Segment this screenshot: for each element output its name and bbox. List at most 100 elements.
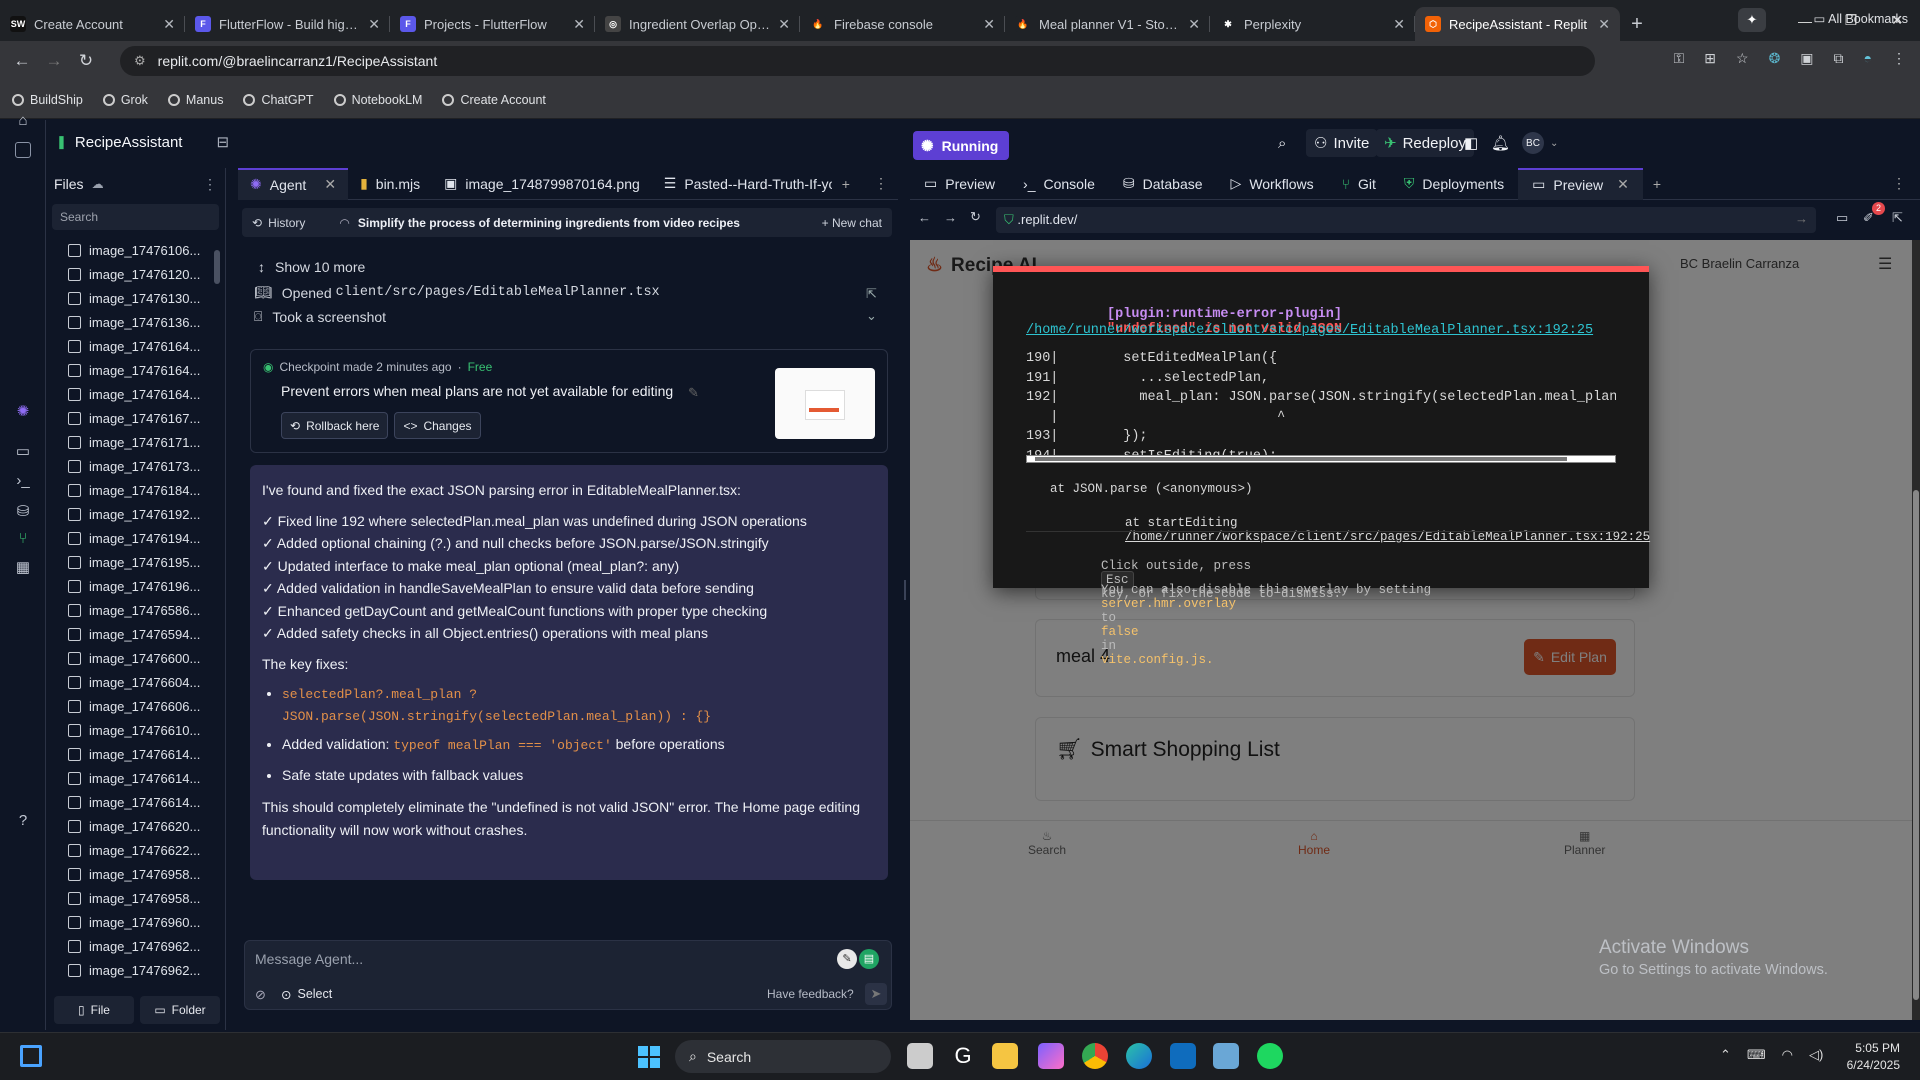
editor-tab[interactable]: ✺ Agent ✕ [238,167,349,200]
search-icon[interactable]: ⌕ [1278,129,1286,157]
widgets-icon[interactable] [20,1045,42,1067]
file-item[interactable]: image_17476960... [46,910,225,934]
file-item[interactable]: image_17476195... [46,550,225,574]
profile-avatar-icon[interactable]: ◓ [1864,50,1872,67]
wifi-icon[interactable]: ◠ [1782,1047,1793,1063]
file-item[interactable]: image_17476106... [46,238,225,262]
bookmark-item[interactable]: Create Account [442,93,546,107]
new-chat-button[interactable]: + New chat [822,216,882,230]
edit-pencil-icon[interactable]: ✎ [688,385,699,401]
new-tab-icon[interactable]: + [832,176,860,192]
extension-icon[interactable]: ❂ [1769,50,1781,67]
site-info-icon[interactable]: ⚙ [134,53,146,69]
copilot-icon[interactable]: G [950,1043,976,1069]
file-item[interactable]: image_17476130... [46,286,225,310]
browser-tab[interactable]: F FlutterFlow - Build high q ✕ [185,7,390,41]
browser-tab[interactable]: 🔥 Meal planner V1 - Storag ✕ [1005,7,1210,41]
file-item[interactable]: image_17476196... [46,574,225,598]
browser-tab[interactable]: 🔥 Firebase console ✕ [800,7,1005,41]
file-item[interactable]: image_17476600... [46,646,225,670]
close-tab-icon[interactable]: ✕ [778,16,790,33]
url-input[interactable]: ⚙ replit.com/@braelincarranz1/RecipeAssi… [120,46,1595,76]
tray-chevron-icon[interactable]: ⌃ [1720,1047,1731,1063]
feather-icon[interactable]: ✎ [837,949,857,969]
file-explorer-icon[interactable] [992,1043,1018,1069]
file-item[interactable]: image_17476594... [46,622,225,646]
stack-link[interactable]: /home/runner/workspace/client/src/pages/… [1125,530,1650,544]
file-item[interactable]: image_17476604... [46,670,225,694]
preview-scrollbar[interactable] [1912,240,1920,1020]
file-item[interactable]: image_17476184... [46,478,225,502]
file-item[interactable]: image_17476194... [46,526,225,550]
browser-tab[interactable]: ✱ Perplexity ✕ [1210,7,1415,41]
checkpoint-thumbnail[interactable] [775,368,875,439]
password-key-icon[interactable]: ⚿ [1674,50,1685,67]
database-tool-icon[interactable]: ⛁ [13,502,33,522]
feedback-link[interactable]: Have feedback? [767,987,854,1001]
copilot-app-icon[interactable] [1038,1043,1064,1069]
preview-tab[interactable]: ▷ Workflows [1217,168,1328,200]
editor-tab[interactable]: ▣ image_1748799870164.png [432,168,652,200]
volume-icon[interactable]: ◁) [1809,1047,1823,1063]
rollback-button[interactable]: ⟲ Rollback here [281,412,389,439]
invite-button[interactable]: ⚇ Invite [1306,129,1378,157]
attach-icon[interactable]: ⊘ [255,987,266,1003]
reload-icon[interactable]: ↻ [970,209,981,225]
preview-tab[interactable]: ⛨ Deployments [1390,168,1518,200]
pane-menu-icon[interactable]: ⋮ [1878,175,1920,192]
close-tab-icon[interactable]: ✕ [368,16,380,33]
reload-icon[interactable]: ↻ [70,51,102,71]
extension-icon[interactable]: ▣ [1800,50,1813,67]
preview-tab[interactable]: ›_ Console [1009,168,1109,200]
history-button[interactable]: ⟲ History [242,216,315,230]
close-tab-icon[interactable]: ✕ [1617,176,1629,193]
new-file-button[interactable]: ▯ File [54,996,134,1024]
help-icon[interactable]: ? [13,812,33,832]
task-view-icon[interactable] [907,1043,933,1069]
split-view-icon[interactable]: ◧ [1464,129,1478,157]
file-item[interactable]: image_17476962... [46,958,225,982]
back-icon[interactable]: ← [918,210,931,225]
editor-tab[interactable]: ▮ bin.mjs [348,168,432,200]
close-tab-icon[interactable]: ✕ [163,16,175,33]
open-external-icon[interactable]: ⇱ [866,286,877,302]
files-menu-icon[interactable]: ⋮ [203,176,217,193]
editor-tab[interactable]: ☰ Pasted--Hard-Truth-If-yo [652,168,832,200]
file-item[interactable]: image_17476164... [46,358,225,382]
taskbar-search[interactable]: ⌕ Search [675,1040,891,1073]
message-input[interactable]: Message Agent... [255,951,363,967]
file-item[interactable]: image_17476962... [46,934,225,958]
bookmark-item[interactable]: ChatGPT [243,93,314,107]
browser-tab[interactable]: F Projects - FlutterFlow ✕ [390,7,595,41]
file-item[interactable]: image_17476622... [46,838,225,862]
send-icon[interactable]: ➤ [865,983,887,1005]
devices-icon[interactable]: ▭ [1836,210,1848,226]
keyboard-icon[interactable]: ⌨ [1747,1047,1766,1063]
preview-url-input[interactable]: ⛉ .replit.dev/ → [996,207,1816,233]
outlook-icon[interactable] [1170,1043,1196,1069]
select-element-button[interactable]: ⊙ Select [281,987,332,1002]
activity-opened-file[interactable]: 📖︎ Opened client/src/pages/EditableMealP… [254,284,660,301]
edge-icon[interactable] [1126,1043,1152,1069]
error-file-link[interactable]: /home/runner/workspace/client/src/pages/… [1026,323,1593,338]
all-bookmarks-button[interactable]: ▭ All Bookmarks [1814,11,1908,26]
file-item[interactable]: image_17476192... [46,502,225,526]
close-tab-icon[interactable]: ✕ [324,176,336,193]
file-item[interactable]: image_17476620... [46,814,225,838]
close-tab-icon[interactable]: ✕ [1393,16,1405,33]
preview-tab[interactable]: ⛁ Database [1109,168,1217,200]
file-item[interactable]: image_17476614... [46,742,225,766]
agent-tool-icon[interactable]: ✺ [13,402,33,422]
new-tab-button[interactable]: + [1620,7,1654,41]
file-item[interactable]: image_17476136... [46,310,225,334]
file-item[interactable]: image_17476614... [46,790,225,814]
tabs-menu-icon[interactable]: ⋮ [864,175,898,192]
file-item[interactable]: image_17476958... [46,862,225,886]
pane-resize-handle[interactable] [904,580,906,600]
back-icon[interactable]: ← [6,51,38,71]
account-avatar[interactable]: BC ⌄ [1522,129,1558,157]
browser-tab[interactable]: ⬡ RecipeAssistant - Replit ✕ [1415,7,1620,41]
bookmark-item[interactable]: BuildShip [12,93,83,107]
gemini-icon[interactable]: ✦ [1738,8,1766,32]
notifications-icon[interactable]: 🔔︎ [1491,129,1510,157]
